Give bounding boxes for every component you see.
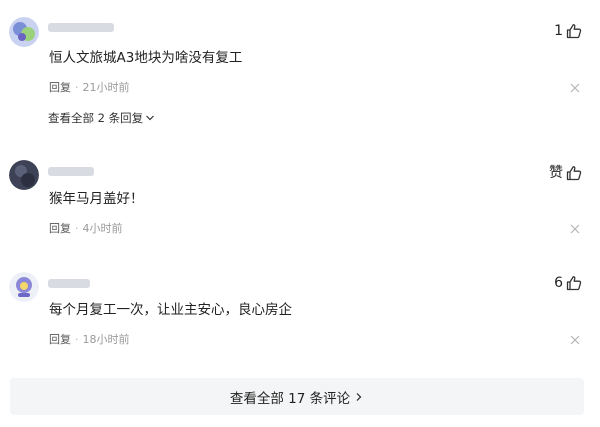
like-button[interactable]: 赞 [549,164,582,182]
separator-dot: · [75,333,79,346]
comment-meta: 回复 · 4小时前 [49,222,123,236]
close-icon[interactable] [570,224,580,234]
thumbs-up-icon [566,276,582,291]
like-count: 6 [554,275,563,291]
username-redacted[interactable] [48,23,114,32]
comment-meta: 回复 · 18小时前 [49,333,130,347]
chevron-right-icon [356,392,362,401]
reply-button[interactable]: 回复 [49,81,71,95]
separator-dot: · [75,81,79,94]
separator-dot: · [75,222,79,235]
timestamp: 18小时前 [82,333,130,346]
like-button[interactable]: 6 [554,274,582,292]
avatar[interactable] [9,272,39,302]
view-all-comments-button[interactable]: 查看全部 17 条评论 [10,378,584,415]
reply-button[interactable]: 回复 [49,222,71,236]
username-redacted[interactable] [48,167,94,176]
like-count: 赞 [549,165,563,181]
username-redacted[interactable] [48,279,90,288]
avatar[interactable] [9,160,39,190]
comment-meta: 回复 · 21小时前 [49,81,130,95]
avatar[interactable] [9,17,39,47]
view-all-comments-label: 查看全部 17 条评论 [229,390,351,407]
like-count: 1 [554,23,563,39]
close-icon[interactable] [570,335,580,345]
thumbs-up-icon [566,166,582,181]
comment-text: 每个月复工一次，让业主安心，良心房企 [49,302,292,318]
timestamp: 4小时前 [82,222,123,235]
comment-text: 猴年马月盖好！ [49,191,144,207]
close-icon[interactable] [570,83,580,93]
view-replies-label: 查看全部 2 条回复 [48,111,144,125]
view-replies-link[interactable]: 查看全部 2 条回复 [48,111,155,125]
comment-text: 恒人文旅城A3地块为啥没有复工 [49,50,243,66]
like-button[interactable]: 1 [554,22,582,40]
thumbs-up-icon [566,24,582,39]
chevron-down-icon [146,115,155,121]
timestamp: 21小时前 [82,81,130,94]
reply-button[interactable]: 回复 [49,333,71,347]
